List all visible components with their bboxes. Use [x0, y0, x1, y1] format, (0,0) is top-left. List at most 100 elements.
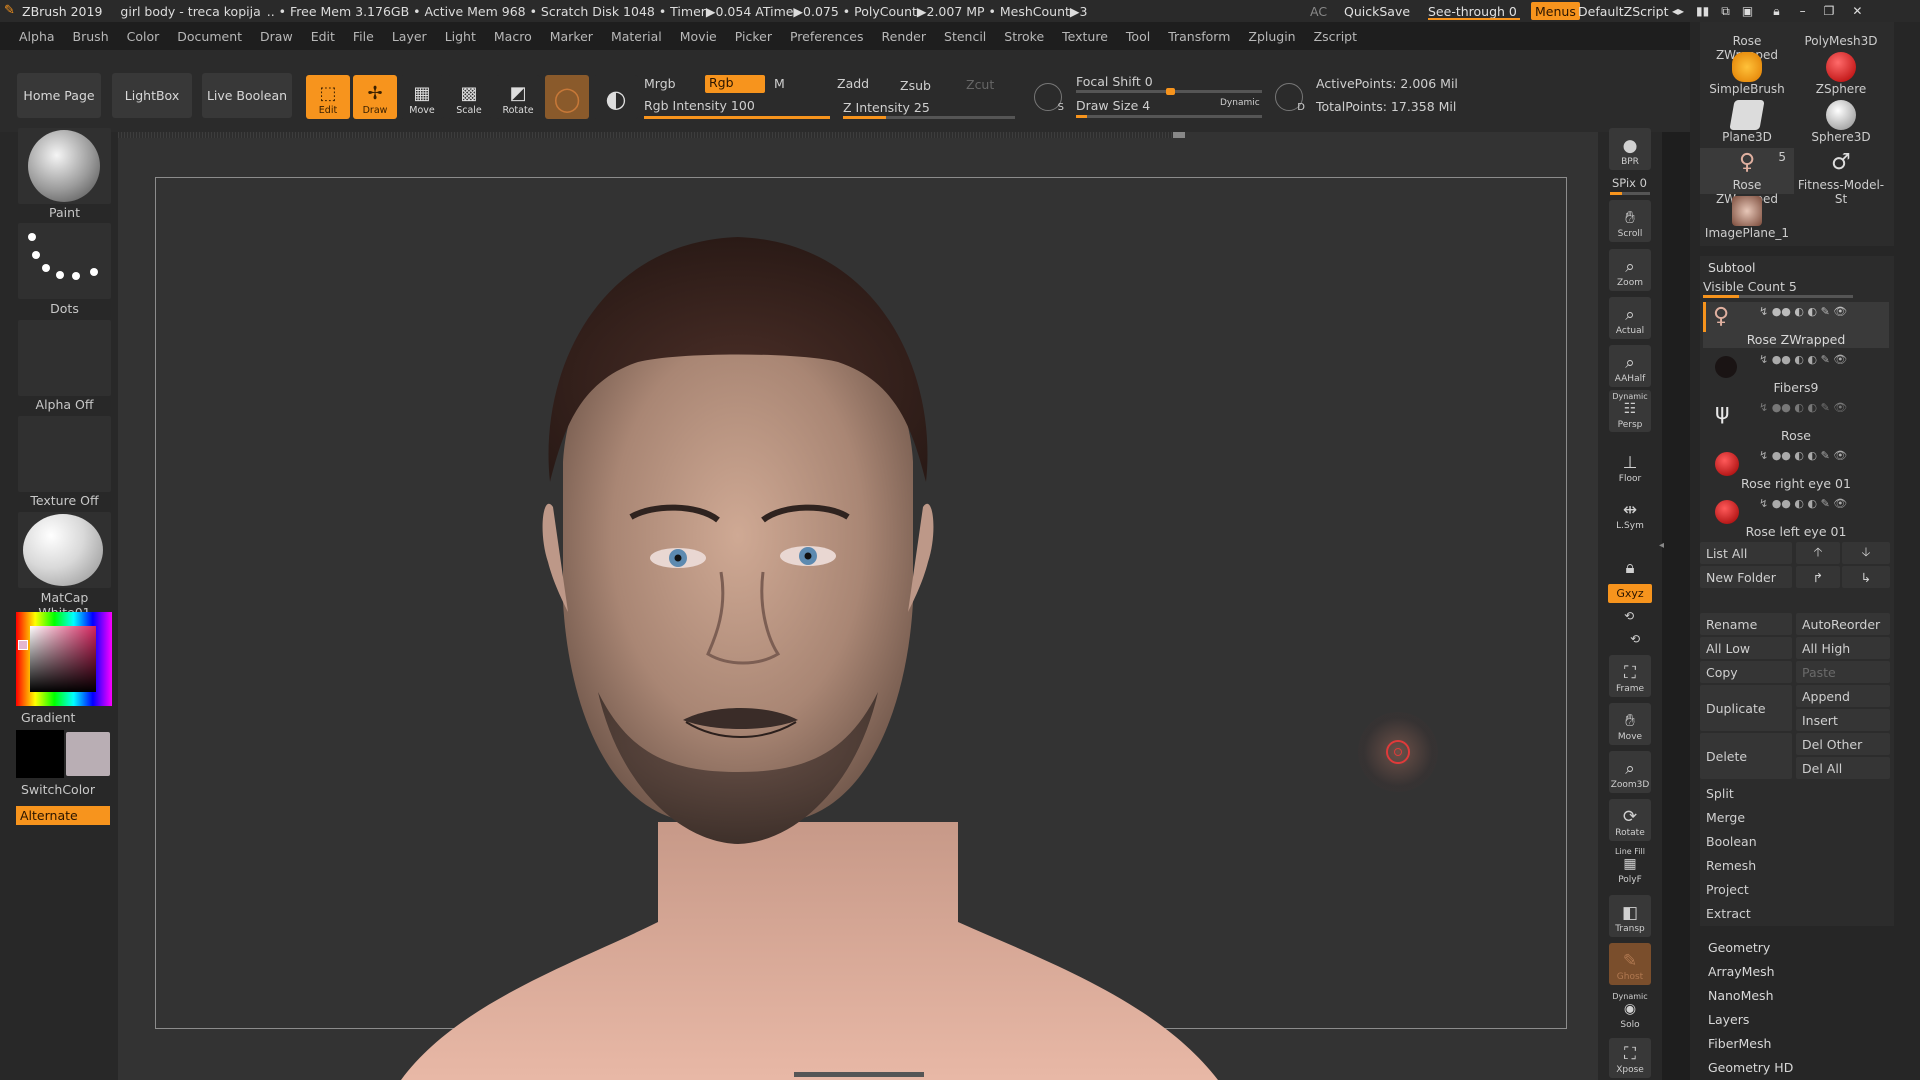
menu-render[interactable]: Render	[882, 29, 927, 44]
default-zscript-button[interactable]: DefaultZScript	[1578, 0, 1669, 22]
scroll-button[interactable]: ✋︎ Scroll	[1609, 200, 1651, 242]
bottom-scroll-handle[interactable]	[794, 1072, 924, 1077]
rotate-view-button[interactable]: ⟳ Rotate	[1609, 799, 1651, 841]
tool-zsphere[interactable]: ZSphere	[1794, 52, 1888, 98]
menu-stencil[interactable]: Stencil	[944, 29, 986, 44]
all-high-button[interactable]: All High	[1796, 637, 1890, 659]
dynamic-toggle[interactable]: Dynamic	[1220, 98, 1260, 108]
menu-movie[interactable]: Movie	[680, 29, 717, 44]
menu-tool[interactable]: Tool	[1126, 29, 1150, 44]
del-other-button[interactable]: Del Other	[1796, 733, 1890, 755]
zoom3d-button[interactable]: ⌕ Zoom3D	[1609, 751, 1651, 793]
move-up-arrow-icon[interactable]: 🡡	[1796, 542, 1840, 564]
material-swatch[interactable]: ◯	[545, 75, 589, 119]
subtool-item-active[interactable]: ♀ ↯ ●● ◐ ◐ ✎ 👁︎ Rose ZWrapped	[1703, 302, 1889, 348]
subtool-title[interactable]: Subtool	[1708, 260, 1755, 275]
merge-section[interactable]: Merge	[1700, 806, 1890, 828]
secondary-color-swatch[interactable]	[16, 730, 64, 778]
tool-imageplane[interactable]: ImagePlane_1	[1700, 196, 1794, 242]
z-intensity-slider[interactable]	[843, 116, 1015, 119]
copy-button[interactable]: Copy	[1700, 661, 1792, 683]
list-all-button[interactable]: List All	[1700, 542, 1792, 564]
duplicate-button[interactable]: Duplicate	[1700, 685, 1792, 731]
tool-plane3d[interactable]: Plane3D	[1700, 100, 1794, 146]
tool-polymesh3d[interactable]: PolyMesh3D	[1794, 24, 1888, 52]
home-page-button[interactable]: Home Page	[17, 73, 101, 118]
boolean-section[interactable]: Boolean	[1700, 830, 1890, 852]
mrgb-button[interactable]: Mrgb	[644, 76, 676, 91]
autoreorder-button[interactable]: AutoReorder	[1796, 613, 1890, 635]
subtool-toggles[interactable]: ↯ ●● ◐ ◐ ✎ 👁︎	[1759, 401, 1847, 414]
focal-shift-label[interactable]: Focal Shift 0	[1076, 74, 1153, 89]
color-mode-toggle[interactable]: ◐	[594, 75, 638, 119]
split-section[interactable]: Split	[1700, 782, 1890, 804]
edit-button[interactable]: ⬚ Edit	[306, 75, 350, 119]
subtool-item[interactable]: ↯ ●● ◐ ◐ ✎ 👁︎ Fibers9	[1703, 350, 1889, 396]
rgb-button[interactable]: Rgb	[705, 75, 765, 93]
menu-layer[interactable]: Layer	[392, 29, 427, 44]
texture-selector[interactable]	[18, 416, 111, 492]
rotate-y-icon[interactable]: ⟲	[1624, 609, 1634, 623]
persp-button[interactable]: Dynamic ☷ Persp	[1609, 390, 1651, 432]
subtool-toggles[interactable]: ↯ ●● ◐ ◐ ✎ 👁︎	[1759, 497, 1847, 510]
viewport-canvas[interactable]	[118, 132, 1608, 1080]
lightbox-button[interactable]: LightBox	[112, 73, 192, 118]
draw-size-label[interactable]: Draw Size 4	[1076, 98, 1150, 113]
menu-macro[interactable]: Macro	[494, 29, 532, 44]
nanomesh-palette[interactable]: NanoMesh	[1708, 988, 1774, 1003]
focal-shift-slider[interactable]	[1076, 88, 1262, 95]
menu-light[interactable]: Light	[445, 29, 476, 44]
ac-label[interactable]: AC	[1310, 0, 1327, 22]
live-boolean-button[interactable]: Live Boolean	[202, 73, 292, 118]
geometry-palette[interactable]: Geometry	[1708, 940, 1770, 955]
tool-rose-zwrapped-active[interactable]: ♀Rose ZWrapped5	[1700, 148, 1794, 206]
solo-button[interactable]: Dynamic ◉ Solo	[1609, 990, 1651, 1032]
menu-material[interactable]: Material	[611, 29, 662, 44]
zsub-button[interactable]: Zsub	[900, 78, 931, 93]
m-button[interactable]: M	[774, 76, 785, 91]
tool-simplebrush[interactable]: SimpleBrush	[1700, 52, 1794, 98]
folder-down-icon[interactable]: ↳	[1842, 566, 1890, 588]
append-button[interactable]: Append	[1796, 685, 1890, 707]
subtool-toggles[interactable]: ↯ ●● ◐ ◐ ✎ 👁︎	[1759, 353, 1847, 366]
menu-marker[interactable]: Marker	[550, 29, 593, 44]
scale-button[interactable]: ▩ Scale	[447, 75, 491, 119]
right-collapse-arrow-icon[interactable]: ◂	[1659, 540, 1665, 558]
screenshot-icon[interactable]: ▣	[1742, 4, 1753, 18]
menu-zplugin[interactable]: Zplugin	[1248, 29, 1295, 44]
restore-icon[interactable]: ❐	[1824, 4, 1835, 18]
layout-icon[interactable]: ◂▸	[1672, 4, 1684, 18]
spix-slider[interactable]	[1610, 192, 1650, 195]
menu-brush[interactable]: Brush	[73, 29, 109, 44]
extract-section[interactable]: Extract	[1700, 902, 1890, 924]
new-folder-button[interactable]: New Folder	[1700, 566, 1792, 588]
lock-icon[interactable]: 🔒︎	[1773, 4, 1779, 19]
menu-picker[interactable]: Picker	[735, 29, 772, 44]
actual-button[interactable]: ⌕ Actual	[1609, 297, 1651, 339]
arraymesh-palette[interactable]: ArrayMesh	[1708, 964, 1775, 979]
spix-label[interactable]: SPix 0	[1612, 176, 1647, 190]
stroke-selector[interactable]	[18, 223, 111, 299]
menu-zscript[interactable]: Zscript	[1314, 29, 1357, 44]
zcut-button[interactable]: Zcut	[966, 77, 994, 92]
visible-count-slider[interactable]	[1703, 295, 1853, 298]
menu-alpha[interactable]: Alpha	[19, 29, 55, 44]
delete-button[interactable]: Delete	[1700, 733, 1792, 779]
rotate-button[interactable]: ◩ Rotate	[496, 75, 540, 119]
insert-button[interactable]: Insert	[1796, 709, 1890, 731]
zadd-button[interactable]: Zadd	[837, 76, 869, 91]
floor-button[interactable]: ⊥ Floor	[1609, 445, 1651, 487]
menu-transform[interactable]: Transform	[1168, 29, 1230, 44]
polyf-button[interactable]: Line Fill ▦ PolyF	[1609, 845, 1651, 887]
all-low-button[interactable]: All Low	[1700, 637, 1792, 659]
tool-rose-zwrapped-top[interactable]: Rose ZWrapped	[1700, 24, 1794, 62]
rename-button[interactable]: Rename	[1700, 613, 1792, 635]
dynamic-d-button[interactable]: D	[1275, 83, 1305, 113]
lsym-button[interactable]: ⇹ L.Sym	[1609, 492, 1651, 534]
move-button[interactable]: ▦ Move	[400, 75, 444, 119]
zoom-button[interactable]: ⌕ Zoom	[1609, 249, 1651, 291]
minimize-icon[interactable]: –	[1800, 4, 1806, 18]
menu-draw[interactable]: Draw	[260, 29, 293, 44]
xpose-button[interactable]: ⛶ Xpose	[1609, 1038, 1651, 1078]
remesh-section[interactable]: Remesh	[1700, 854, 1890, 876]
